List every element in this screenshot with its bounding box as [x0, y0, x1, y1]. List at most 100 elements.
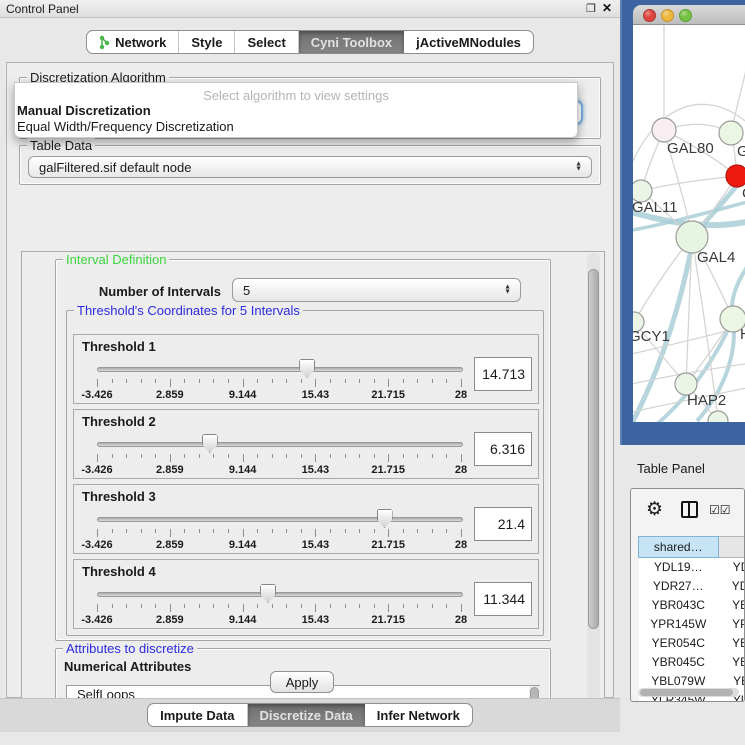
table-cell[interactable]: YER054C [639, 634, 719, 653]
table-horizontal-scrollbar[interactable] [638, 688, 739, 697]
column-header-n[interactable]: n [718, 537, 745, 558]
threshold-slider[interactable]: -3.4262.8599.14415.4321.71528 [94, 434, 466, 476]
table-cell[interactable]: YPR1 [718, 615, 745, 634]
top-tabs-row: NetworkStyleSelect Cyni Toolbox jActiveMNo… [0, 30, 620, 54]
slider-ticks [94, 379, 466, 388]
tab-network[interactable]: Network [87, 31, 179, 53]
minimize-light[interactable] [661, 9, 674, 22]
column-header-shared[interactable]: shared… [639, 537, 719, 558]
table-data-title: Table Data [27, 138, 95, 153]
zoom-light[interactable] [679, 9, 692, 22]
slider-ticks [94, 454, 466, 463]
threshold-slider[interactable]: -3.4262.8599.14415.4321.71528 [94, 509, 466, 551]
table-row[interactable]: YDL19…YDL1 [639, 558, 745, 577]
table-data-combo-value: galFiltered.sif default node [39, 160, 191, 175]
combo-stepper-icon: ▲▼ [504, 286, 511, 295]
slider-tick-labels: -3.4262.8599.14415.4321.71528 [94, 539, 466, 551]
network-node-c[interactable] [726, 165, 745, 187]
bottom-tabs-row: Impute Data Discretize Data Infer Network [0, 703, 620, 727]
columns-icon[interactable] [681, 501, 698, 518]
table-cell[interactable]: YDR2 [718, 577, 745, 596]
tab-cyni-toolbox[interactable]: Cyni Toolbox [299, 31, 404, 53]
node-table[interactable]: shared…n YDL19…YDL1YDR27…YDR2YBR043CYBR0… [638, 536, 745, 702]
table-cell[interactable]: YBR0 [718, 653, 745, 672]
slider-thumb[interactable] [299, 359, 315, 378]
threshold-value-field[interactable]: 11.344 [474, 582, 532, 616]
threshold-row: Threshold 4 -3.4262.8599.14415.4321.7152… [73, 559, 539, 629]
table-hscroll-thumb[interactable] [640, 689, 733, 696]
network-graph[interactable]: GAL80GCGAL11GAL4GCY1HHAP2 [633, 25, 745, 422]
tab-select[interactable]: Select [235, 31, 298, 53]
threshold-label: Threshold 3 [82, 489, 156, 504]
slider-thumb[interactable] [260, 584, 276, 603]
slider-ticks [94, 604, 466, 613]
table-cell[interactable]: YBR043C [639, 596, 719, 615]
slider-tick-labels: -3.4262.8599.14415.4321.71528 [94, 614, 466, 626]
node-label: G [737, 143, 745, 160]
tab-label: Cyni Toolbox [311, 35, 392, 50]
gear-icon[interactable]: ⚙ [646, 498, 663, 521]
threshold-value-field[interactable]: 21.4 [474, 507, 532, 541]
slider-tick-labels: -3.4262.8599.14415.4321.71528 [94, 464, 466, 476]
table-data-combo[interactable]: galFiltered.sif default node ▲▼ [28, 156, 592, 178]
threshold-value-field[interactable]: 6.316 [474, 432, 532, 466]
main-scrollbar[interactable] [587, 253, 600, 729]
table-cell[interactable]: YBR0 [718, 596, 745, 615]
table-cell[interactable]: YBR045C [639, 653, 719, 672]
screen: Control Panel ❐ ✕ NetworkStyleSelect Cyni… [0, 0, 745, 745]
apply-button[interactable]: Apply [270, 671, 334, 693]
thresholds-group: Threshold's Coordinates for 5 Intervals … [66, 310, 544, 636]
tab-infer-network[interactable]: Infer Network [365, 704, 472, 726]
network-node-gal80[interactable] [652, 118, 676, 142]
control-panel-titlebar: Control Panel ❐ ✕ [0, 0, 620, 18]
tab-jactivemnodules[interactable]: jActiveMNodules [404, 31, 533, 53]
algorithm-option[interactable]: Equal Width/Frequency Discretization [17, 119, 234, 134]
table-row[interactable]: YDR27…YDR2 [639, 577, 745, 596]
algorithm-option[interactable]: Manual Discretization [17, 103, 151, 118]
number-of-intervals-value: 5 [243, 283, 250, 298]
tab-discretize-data[interactable]: Discretize Data [248, 704, 365, 726]
tab-impute-data[interactable]: Impute Data [148, 704, 247, 726]
table-cell[interactable]: YPR145W [639, 615, 719, 634]
slider-track[interactable] [97, 592, 463, 597]
number-of-intervals-combo[interactable]: 5 ▲▼ [232, 278, 521, 302]
slider-track[interactable] [97, 517, 463, 522]
tab-label: jActiveMNodules [416, 35, 521, 50]
table-row[interactable]: YER054CYER0 [639, 634, 745, 653]
table-cell[interactable]: YDL1 [718, 558, 745, 577]
threshold-row: Threshold 3 -3.4262.8599.14415.4321.7152… [73, 484, 539, 554]
table-row[interactable]: YPR145WYPR1 [639, 615, 745, 634]
slider-thumb[interactable] [202, 434, 218, 453]
tab-label: Discretize Data [260, 708, 353, 723]
slider-track[interactable] [97, 442, 463, 447]
threshold-label: Threshold 1 [82, 339, 156, 354]
table-row[interactable]: YBR045CYBR0 [639, 653, 745, 672]
threshold-value-field[interactable]: 14.713 [474, 357, 532, 391]
network-edge [641, 176, 737, 191]
threshold-slider[interactable]: -3.4262.8599.14415.4321.71528 [94, 359, 466, 401]
close-window-icon[interactable]: ✕ [602, 1, 612, 15]
slider-thumb[interactable] [377, 509, 393, 528]
threshold-rows: Threshold 1 -3.4262.8599.14415.4321.7152… [67, 311, 545, 637]
network-canvas[interactable]: GAL80GCGAL11GAL4GCY1HHAP2 [633, 25, 745, 422]
table-row[interactable]: YBR043CYBR0 [639, 596, 745, 615]
tab-style[interactable]: Style [179, 31, 235, 53]
threshold-label: Threshold 2 [82, 414, 156, 429]
float-window-icon[interactable]: ❐ [586, 2, 596, 15]
network-node-g[interactable] [719, 121, 743, 145]
network-icon [99, 35, 110, 50]
numerical-attributes-label: Numerical Attributes [64, 659, 191, 674]
threshold-row: Threshold 1 -3.4262.8599.14415.4321.7152… [73, 334, 539, 404]
slider-ticks [94, 529, 466, 538]
threshold-slider[interactable]: -3.4262.8599.14415.4321.71528 [94, 584, 466, 626]
select-checkboxes-icon[interactable]: ☑☑ [709, 503, 731, 517]
table-cell[interactable]: YDL19… [639, 558, 719, 577]
threshold-row: Threshold 2 -3.4262.8599.14415.4321.7152… [73, 409, 539, 479]
table-cell[interactable]: YDR27… [639, 577, 719, 596]
table-cell[interactable]: YER0 [718, 634, 745, 653]
close-light[interactable] [643, 9, 656, 22]
main-scrollbar-thumb[interactable] [588, 269, 599, 629]
table-header-row: shared…n [639, 537, 745, 558]
apply-button-label: Apply [286, 675, 319, 690]
slider-track[interactable] [97, 367, 463, 372]
